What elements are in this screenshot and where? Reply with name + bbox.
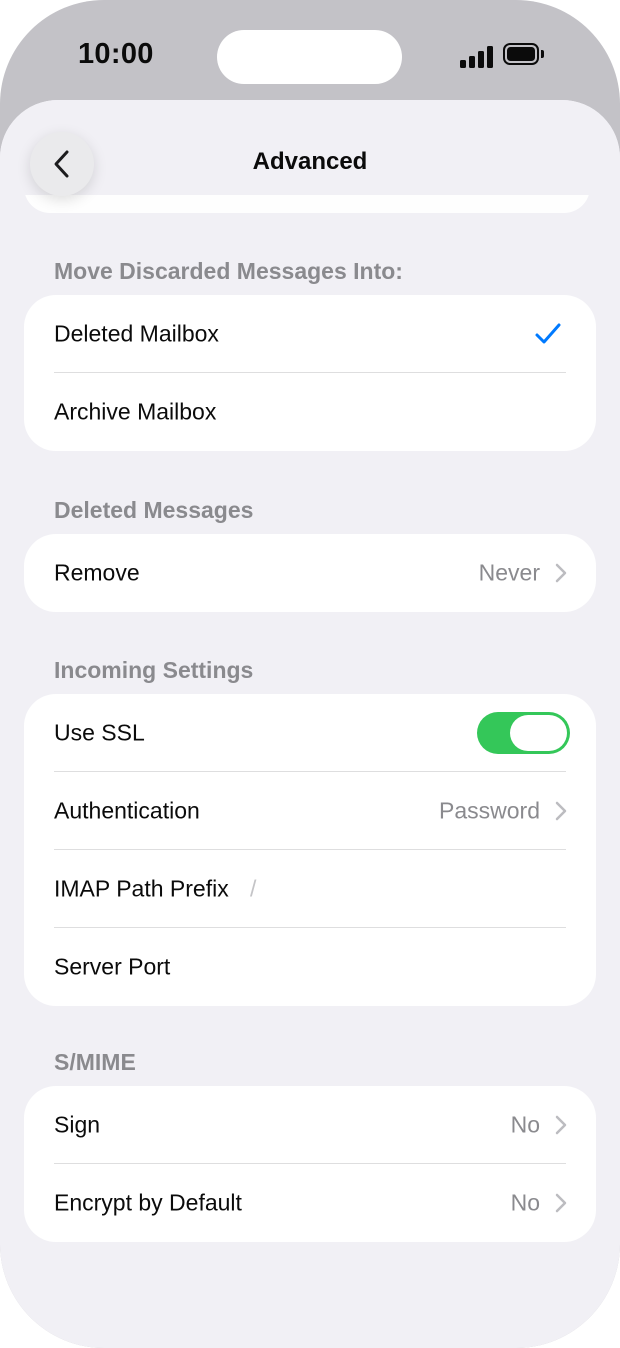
status-bar: 10:00: [0, 0, 620, 110]
chevron-right-icon: [555, 801, 567, 821]
section-header-smime: S/MIME: [54, 1049, 136, 1075]
section-header-discard: Move Discarded Messages Into:: [54, 258, 403, 284]
imap-path-prefix-row[interactable]: IMAP Path Prefix /: [24, 850, 596, 928]
checkmark-icon: [535, 323, 561, 344]
encrypt-by-default-value: No: [510, 1189, 540, 1216]
phone-frame: 10:00 Advanced Move Discarded Messages I…: [0, 0, 620, 1348]
navigation-bar: Advanced: [0, 100, 620, 196]
discard-group: Deleted Mailbox Archive Mailbox: [24, 295, 596, 451]
authentication-value: Password: [439, 797, 540, 824]
page-title: Advanced: [252, 148, 368, 175]
section-header-incoming: Incoming Settings: [54, 657, 254, 683]
use-ssl-label: Use SSL: [54, 719, 145, 746]
use-ssl-row: Use SSL: [24, 694, 596, 772]
chevron-right-icon: [555, 563, 567, 583]
sign-row[interactable]: Sign No: [24, 1086, 596, 1164]
deleted-mailbox-label: Deleted Mailbox: [54, 320, 219, 347]
authentication-label: Authentication: [54, 797, 200, 824]
status-time: 10:00: [78, 38, 154, 70]
use-ssl-toggle[interactable]: [477, 712, 570, 754]
section-header-deleted: Deleted Messages: [54, 497, 254, 523]
sign-label: Sign: [54, 1111, 101, 1138]
cellular-signal-icon: [460, 44, 494, 68]
archive-mailbox-option[interactable]: Archive Mailbox: [24, 373, 596, 451]
deleted-messages-group: Remove Never: [24, 534, 596, 612]
deleted-mailbox-option[interactable]: Deleted Mailbox: [24, 295, 596, 373]
remove-value: Never: [478, 559, 540, 586]
server-port-label: Server Port: [54, 953, 171, 980]
imap-path-prefix-input[interactable]: /: [250, 876, 256, 903]
dynamic-island: [217, 30, 402, 84]
encrypt-by-default-label: Encrypt by Default: [54, 1189, 242, 1216]
smime-group: Sign No Encrypt by Default No: [24, 1086, 596, 1242]
battery-icon: [503, 43, 547, 69]
server-port-row[interactable]: Server Port: [24, 928, 596, 1006]
remove-label: Remove: [54, 559, 140, 586]
sign-value: No: [510, 1111, 540, 1138]
chevron-right-icon: [555, 1115, 567, 1135]
toggle-knob: [510, 715, 567, 751]
settings-sheet: Advanced Move Discarded Messages Into: D…: [0, 100, 620, 1348]
chevron-right-icon: [555, 1193, 567, 1213]
authentication-row[interactable]: Authentication Password: [24, 772, 596, 850]
encrypt-by-default-row[interactable]: Encrypt by Default No: [24, 1164, 596, 1242]
incoming-settings-group: Use SSL Authentication Password IMAP Pat…: [24, 694, 596, 1006]
imap-path-prefix-label: IMAP Path Prefix: [54, 875, 229, 902]
archive-mailbox-label: Archive Mailbox: [54, 398, 217, 425]
remove-row[interactable]: Remove Never: [24, 534, 596, 612]
